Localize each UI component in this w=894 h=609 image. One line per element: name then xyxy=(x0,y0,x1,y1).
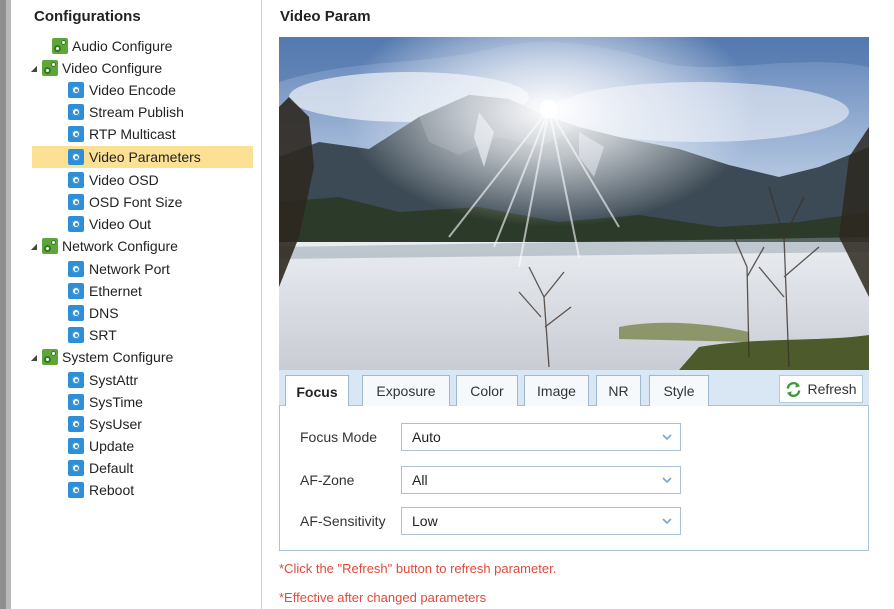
settings-item-icon xyxy=(68,216,84,232)
tree-group-label: System Configure xyxy=(62,349,174,365)
settings-item-icon xyxy=(68,82,84,98)
tree-item-systime[interactable]: SysTime xyxy=(68,391,143,413)
sidebar: Configurations Audio Configure ◢ Video C… xyxy=(26,0,262,609)
collapse-triangle-icon[interactable]: ◢ xyxy=(28,353,40,362)
settings-group-icon xyxy=(42,60,58,76)
tree-item-srt[interactable]: SRT xyxy=(68,324,117,346)
settings-item-icon xyxy=(68,261,84,277)
tree-item-osd-font-size[interactable]: OSD Font Size xyxy=(68,191,182,213)
refresh-note: *Click the "Refresh" button to refresh p… xyxy=(279,561,557,576)
tree-item-ethernet[interactable]: Ethernet xyxy=(68,280,142,302)
af-zone-value: All xyxy=(412,472,428,488)
tree-item-label: Video Parameters xyxy=(89,149,201,165)
tree-item-network-port[interactable]: Network Port xyxy=(68,258,170,280)
focus-mode-label: Focus Mode xyxy=(300,429,378,445)
af-sensitivity-select[interactable]: Low xyxy=(401,507,681,535)
tab-bar: Focus Exposure Color Image NR Style Refr… xyxy=(279,370,869,407)
focus-mode-value: Auto xyxy=(412,429,441,445)
settings-item-icon xyxy=(68,327,84,343)
tree-item-reboot[interactable]: Reboot xyxy=(68,479,134,501)
settings-item-icon xyxy=(68,305,84,321)
settings-item-icon xyxy=(68,438,84,454)
chevron-down-icon xyxy=(662,518,672,525)
tree-item-update[interactable]: Update xyxy=(68,435,134,457)
settings-group-icon xyxy=(52,38,68,54)
tree-item-label: SysUser xyxy=(89,416,142,432)
settings-item-icon xyxy=(68,172,84,188)
tree-item-label: Network Port xyxy=(89,261,170,277)
af-sensitivity-label: AF-Sensitivity xyxy=(300,513,386,529)
settings-item-icon xyxy=(68,194,84,210)
tab-color[interactable]: Color xyxy=(456,375,518,406)
settings-group-icon xyxy=(42,349,58,365)
tree-item-label: RTP Multicast xyxy=(89,126,176,142)
tree-group-system-configure[interactable]: ◢ System Configure xyxy=(28,346,173,368)
tree-item-rtp-multicast[interactable]: RTP Multicast xyxy=(68,123,176,145)
sidebar-title: Configurations xyxy=(34,8,141,25)
tab-style[interactable]: Style xyxy=(649,375,709,406)
settings-group-icon xyxy=(42,238,58,254)
af-zone-select[interactable]: All xyxy=(401,466,681,494)
effective-note: *Effective after changed parameters xyxy=(279,590,487,605)
settings-item-icon xyxy=(68,126,84,142)
tree-group-label: Video Configure xyxy=(62,60,163,76)
tree-item-video-osd[interactable]: Video OSD xyxy=(68,169,159,191)
tree-group-label: Audio Configure xyxy=(72,38,173,54)
focus-mode-select[interactable]: Auto xyxy=(401,423,681,451)
tree-group-audio-configure[interactable]: Audio Configure xyxy=(38,35,172,57)
chevron-down-icon xyxy=(662,477,672,484)
settings-item-icon xyxy=(68,104,84,120)
tree-item-video-parameters[interactable]: Video Parameters xyxy=(32,146,253,168)
tree-item-stream-publish[interactable]: Stream Publish xyxy=(68,101,184,123)
tree-item-dns[interactable]: DNS xyxy=(68,302,119,324)
tree-item-sysuser[interactable]: SysUser xyxy=(68,413,142,435)
settings-item-icon xyxy=(68,482,84,498)
settings-item-icon xyxy=(68,460,84,476)
af-zone-label: AF-Zone xyxy=(300,472,355,488)
tree-item-default[interactable]: Default xyxy=(68,457,133,479)
refresh-button[interactable]: Refresh xyxy=(779,375,863,403)
tree-group-video-configure[interactable]: ◢ Video Configure xyxy=(28,57,162,79)
tab-nr[interactable]: NR xyxy=(596,375,641,406)
tree-item-video-out[interactable]: Video Out xyxy=(68,213,151,235)
settings-item-icon xyxy=(68,394,84,410)
tab-focus[interactable]: Focus xyxy=(285,375,349,407)
tree-item-video-encode[interactable]: Video Encode xyxy=(68,79,176,101)
tree-item-label: SysTime xyxy=(89,394,143,410)
chevron-down-icon xyxy=(662,434,672,441)
tree-item-label: SystAttr xyxy=(89,372,139,388)
focus-settings-panel: Focus Mode Auto AF-Zone All AF-Sensitivi… xyxy=(279,406,869,551)
page-title: Video Param xyxy=(280,8,371,25)
settings-item-icon xyxy=(68,416,84,432)
tab-exposure[interactable]: Exposure xyxy=(362,375,450,406)
tree-group-label: Network Configure xyxy=(62,238,178,254)
settings-item-icon xyxy=(68,149,84,165)
settings-item-icon xyxy=(68,372,84,388)
tree-item-label: Video Encode xyxy=(89,82,176,98)
af-sensitivity-value: Low xyxy=(412,513,438,529)
collapse-triangle-icon[interactable]: ◢ xyxy=(28,242,40,251)
tree-item-label: Video OSD xyxy=(89,172,159,188)
tree-item-label: DNS xyxy=(89,305,119,321)
main-panel: Video Param Focus Exposure Color Image N… xyxy=(263,0,894,609)
video-preview-image xyxy=(279,37,869,370)
settings-item-icon xyxy=(68,283,84,299)
tree-item-systattr[interactable]: SystAttr xyxy=(68,369,138,391)
refresh-label: Refresh xyxy=(807,381,857,397)
tree-item-label: OSD Font Size xyxy=(89,194,183,210)
tab-image[interactable]: Image xyxy=(524,375,589,406)
tree-group-network-configure[interactable]: ◢ Network Configure xyxy=(28,235,178,257)
video-preview xyxy=(279,37,869,370)
tree-item-label: Reboot xyxy=(89,482,135,498)
tree-item-label: Ethernet xyxy=(89,283,142,299)
tree-item-label: Video Out xyxy=(89,216,152,232)
collapse-triangle-icon[interactable]: ◢ xyxy=(28,64,40,73)
refresh-icon xyxy=(787,381,801,397)
tree-item-label: Default xyxy=(89,460,134,476)
tree-item-label: SRT xyxy=(89,327,117,343)
tree-item-label: Update xyxy=(89,438,135,454)
window-edge xyxy=(0,0,11,609)
tree-item-label: Stream Publish xyxy=(89,104,184,120)
